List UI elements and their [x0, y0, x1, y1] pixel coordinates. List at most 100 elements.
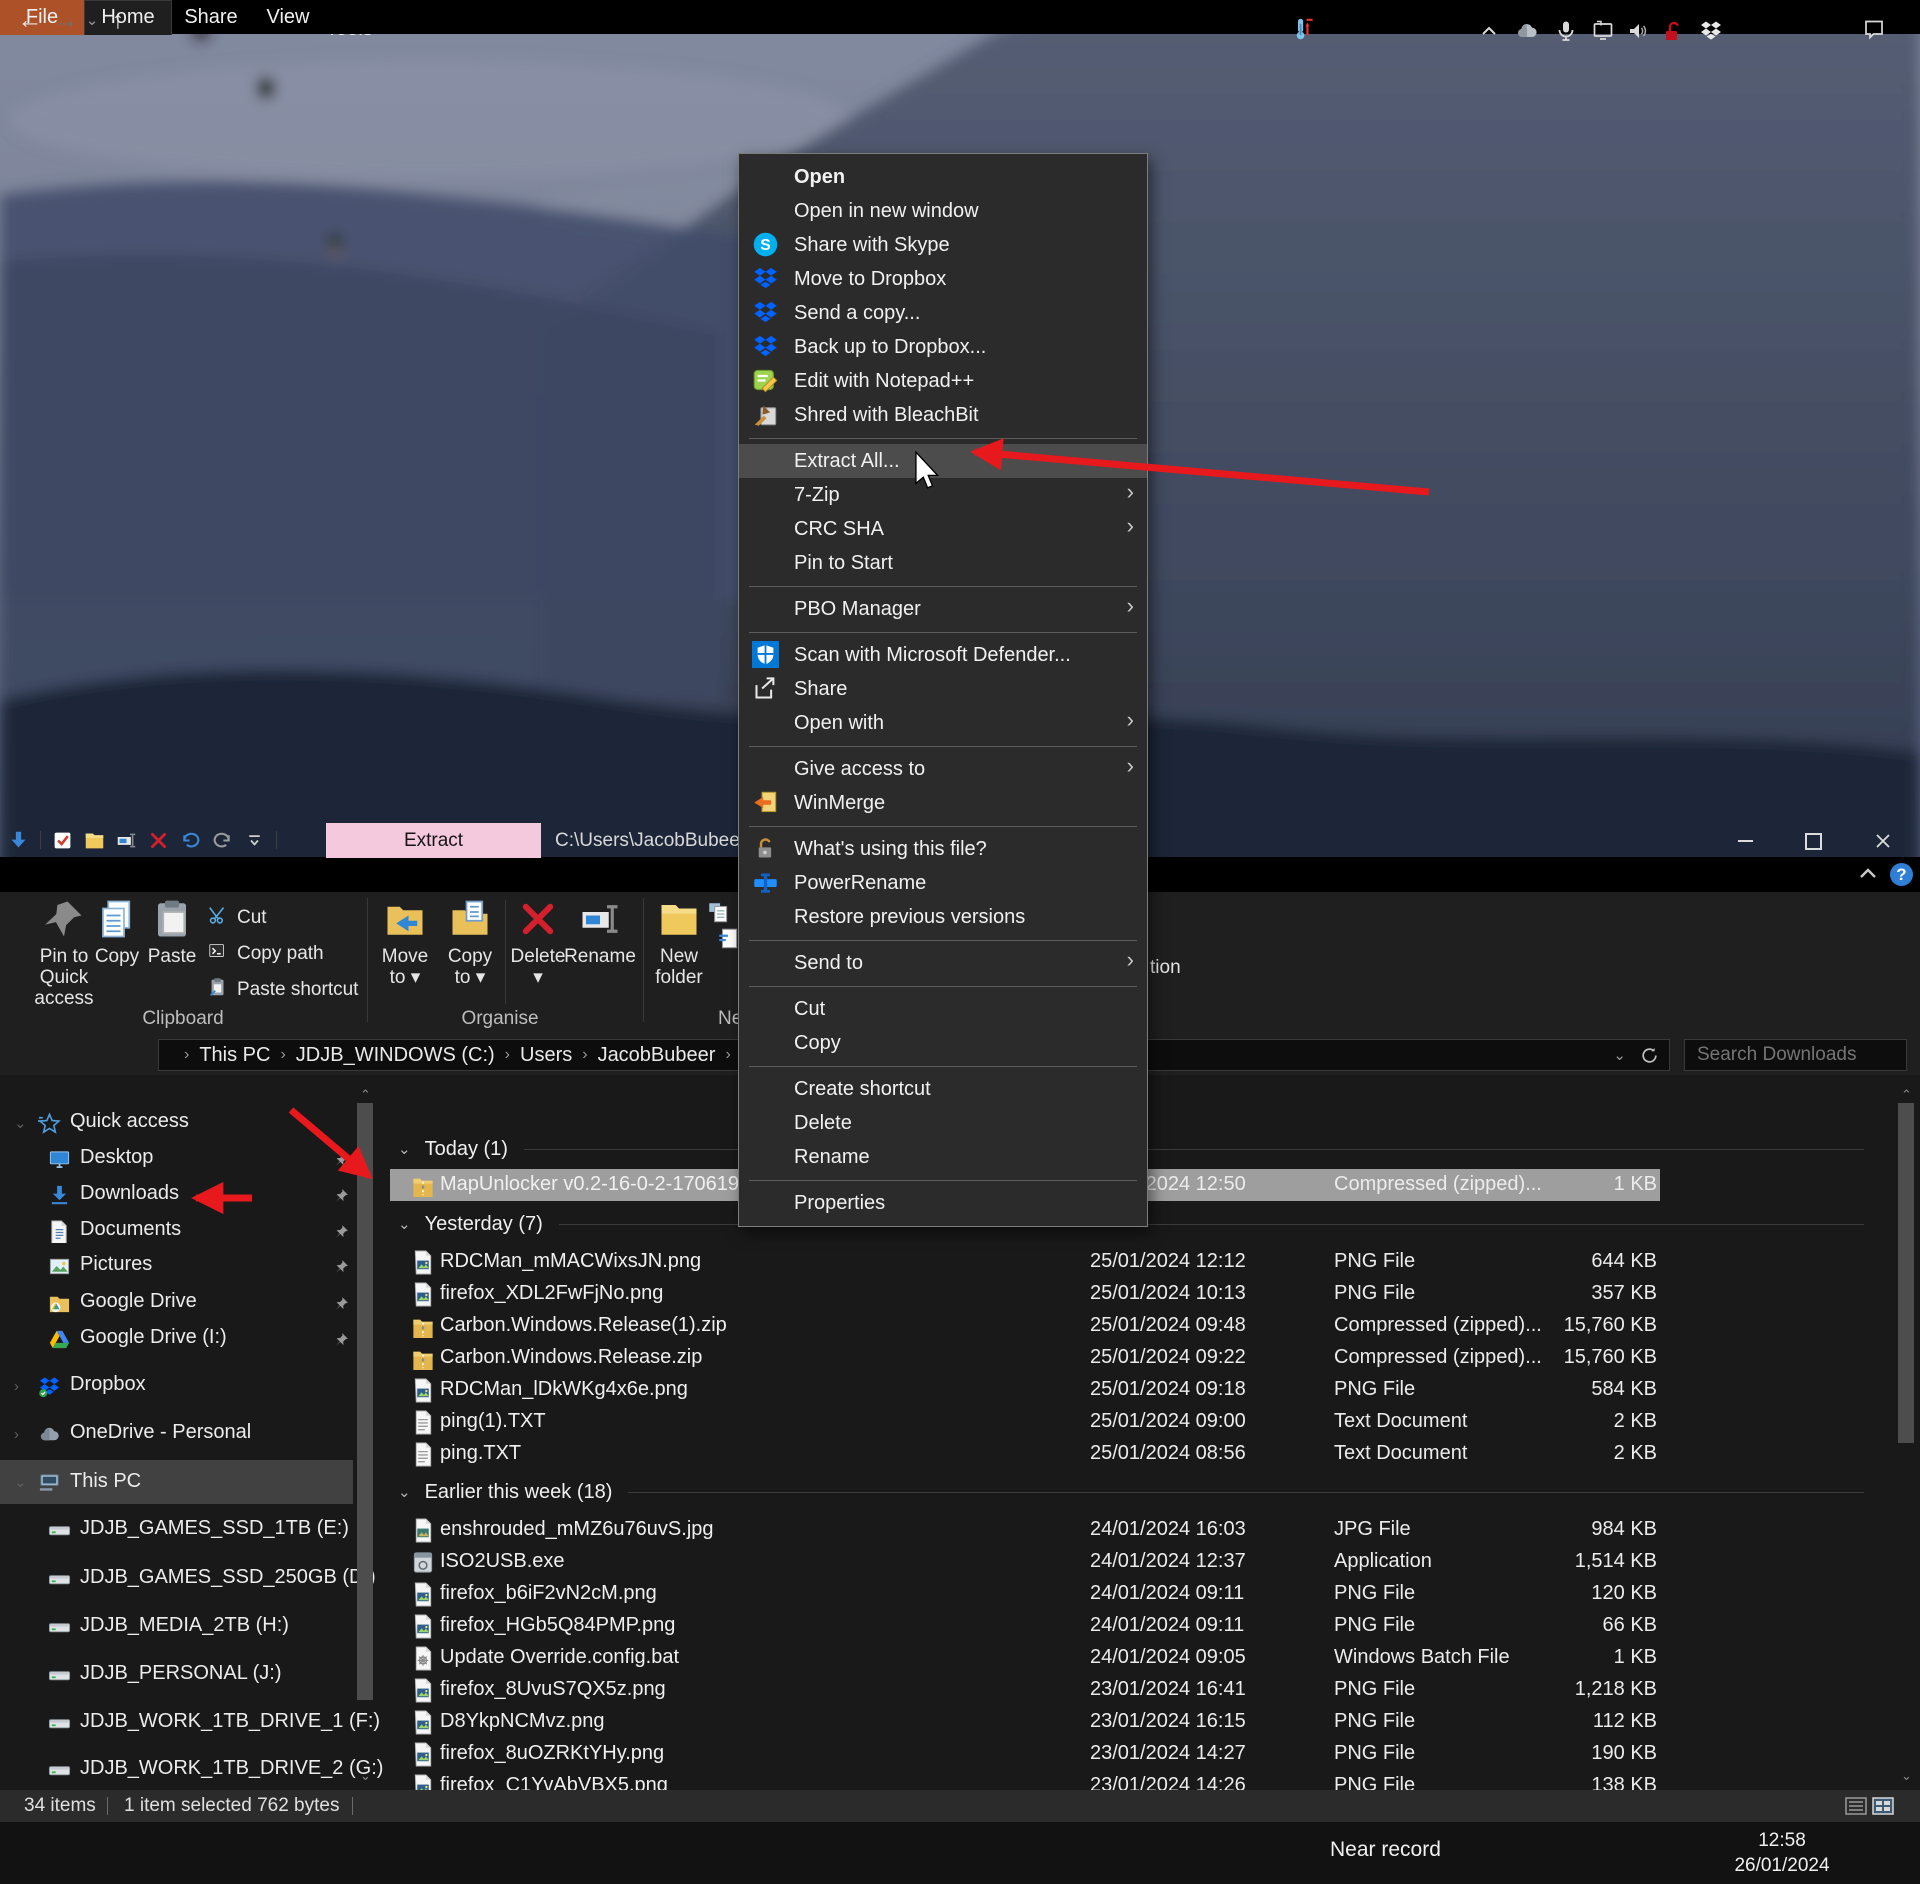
sidebar-item-jdjb-personal-j[interactable]: JDJB_PERSONAL (J:) — [0, 1658, 353, 1692]
file-row-firefox-b6if2vn2cm-png[interactable]: firefox_b6iF2vN2cM.png24/01/2024 09:11PN… — [390, 1578, 1660, 1610]
sidebar-item-desktop[interactable]: Desktop — [0, 1142, 353, 1176]
sidebar-item-jdjb-work-1tb-drive-1-f[interactable]: JDJB_WORK_1TB_DRIVE_1 (F:) — [0, 1706, 353, 1740]
sidebar-item-quick-access[interactable]: ⌄Quick access — [0, 1106, 353, 1140]
breadcrumb-this-pc[interactable]: This PC — [199, 1044, 270, 1067]
breadcrumb-jdjb-windows-c[interactable]: JDJB_WINDOWS (C:) — [296, 1044, 495, 1067]
details-view-button[interactable] — [1845, 1797, 1867, 1815]
ribbon-collapse-button[interactable] — [1856, 862, 1880, 891]
file-row-iso2usb-exe[interactable]: ISO2USB.exe24/01/2024 12:37Application1,… — [390, 1546, 1660, 1578]
file-row-enshrouded-mmz6u76uvs-jpg[interactable]: enshrouded_mMZ6u76uvS.jpg24/01/2024 16:0… — [390, 1514, 1660, 1546]
microphone-icon[interactable] — [1549, 0, 1583, 62]
file-row-update-override-config-bat[interactable]: Update Override.config.bat24/01/2024 09:… — [390, 1642, 1660, 1674]
menu-item-edit-with-notepad[interactable]: Edit with Notepad++ — [739, 364, 1147, 398]
menu-item-send-to[interactable]: Send to› — [739, 946, 1147, 980]
close-button[interactable] — [1860, 826, 1906, 856]
sidebar-item-jdjb-games-ssd-1tb-e[interactable]: JDJB_GAMES_SSD_1TB (E:) — [0, 1513, 353, 1547]
file-group-earlier-this-week-18[interactable]: ⌄Earlier this week (18) — [390, 1477, 1882, 1507]
menu-item-share-with-skype[interactable]: SShare with Skype — [739, 228, 1147, 262]
menu-item-give-access-to[interactable]: Give access to› — [739, 752, 1147, 786]
file-row-ping-1-txt[interactable]: ping(1).TXT25/01/2024 09:00Text Document… — [390, 1406, 1660, 1438]
sidebar-scrollbar-thumb[interactable] — [357, 1103, 373, 1700]
action-center-button[interactable] — [1852, 0, 1896, 62]
menu-item-back-up-to-dropbox[interactable]: Back up to Dropbox... — [739, 330, 1147, 364]
sidebar-item-jdjb-games-ssd-250gb-d[interactable]: JDJB_GAMES_SSD_250GB (D:) — [0, 1562, 353, 1596]
display-icon[interactable] — [1586, 0, 1620, 62]
breadcrumb-chevron-icon[interactable]: › — [582, 1046, 587, 1064]
file-row-rdcman-ldkwkg4x6e-png[interactable]: RDCMan_lDkWKg4x6e.png25/01/2024 09:18PNG… — [390, 1374, 1660, 1406]
sidebar-scroll-down-icon[interactable]: ⌄ — [360, 1768, 371, 1784]
onedrive-cloud-icon[interactable] — [1510, 0, 1544, 62]
sidebar-item-pictures[interactable]: Pictures — [0, 1249, 353, 1283]
tray-chevron-up-icon[interactable] — [1472, 0, 1506, 62]
search-box[interactable] — [1684, 1039, 1907, 1071]
expand-chevron-right-icon[interactable]: › — [14, 1426, 19, 1443]
expand-chevron-down-icon[interactable]: ⌄ — [14, 1114, 27, 1132]
cut-button[interactable]: Cut — [207, 904, 267, 932]
sidebar-item-jdjb-media-2tb-h[interactable]: JDJB_MEDIA_2TB (H:) — [0, 1610, 353, 1644]
expand-chevron-right-icon[interactable]: › — [14, 1378, 19, 1395]
redo-icon[interactable] — [212, 830, 233, 851]
refresh-icon[interactable] — [1640, 1046, 1659, 1065]
sidebar-item-google-drive[interactable]: Google Drive — [0, 1286, 353, 1320]
sidebar-item-documents[interactable]: Documents — [0, 1214, 353, 1248]
menu-item-delete[interactable]: Delete — [739, 1106, 1147, 1140]
window-download-icon[interactable] — [8, 830, 29, 851]
menu-item-open-with[interactable]: Open with› — [739, 706, 1147, 740]
taskbar-clock[interactable]: 12:58 26/01/2024 — [1726, 1828, 1838, 1878]
dropbox-tray-icon[interactable] — [1694, 0, 1728, 62]
tab-share[interactable]: Share — [172, 0, 250, 35]
qat-dropdown-icon[interactable] — [244, 830, 265, 851]
rename-box-icon[interactable] — [116, 830, 137, 851]
breadcrumb-chevron-icon[interactable]: › — [280, 1046, 285, 1064]
breadcrumb-jacobbubeer[interactable]: JacobBubeer — [598, 1044, 716, 1067]
file-row-rdcman-mmacwixsjn-png[interactable]: RDCMan_mMACWixsJN.png25/01/2024 12:12PNG… — [390, 1246, 1660, 1278]
menu-item-send-a-copy[interactable]: Send a copy... — [739, 296, 1147, 330]
paste-shortcut-button[interactable]: Paste shortcut — [207, 976, 358, 1004]
menu-item-scan-with-microsoft-defender[interactable]: Scan with Microsoft Defender... — [739, 638, 1147, 672]
file-row-firefox-xdl2fwfjno-png[interactable]: firefox_XDL2FwFjNo.png25/01/2024 10:13PN… — [390, 1278, 1660, 1310]
file-row-d8ykpncmvz-png[interactable]: D8YkpNCMvz.png23/01/2024 16:15PNG File11… — [390, 1706, 1660, 1738]
sidebar-item-jdjb-work-1tb-drive-2-g[interactable]: JDJB_WORK_1TB_DRIVE_2 (G:) — [0, 1753, 353, 1787]
sidebar-item-onedrive-personal[interactable]: ›OneDrive - Personal — [0, 1417, 353, 1451]
weather-widget[interactable] — [1284, 0, 1324, 62]
thumbnail-view-button[interactable] — [1872, 1797, 1894, 1815]
menu-item-share[interactable]: Share — [739, 672, 1147, 706]
menu-item-rename[interactable]: Rename — [739, 1140, 1147, 1174]
new-item-icon[interactable] — [706, 900, 732, 926]
delete-x-icon[interactable] — [148, 830, 169, 851]
menu-item-open-in-new-window[interactable]: Open in new window — [739, 194, 1147, 228]
menu-item-extract-all[interactable]: Extract All... — [739, 444, 1147, 478]
minimize-button[interactable] — [1722, 826, 1768, 856]
undo-icon[interactable] — [180, 830, 201, 851]
paste-button[interactable]: Paste — [124, 898, 220, 967]
file-row-firefox-hgb5q84pmp-png[interactable]: firefox_HGb5Q84PMP.png24/01/2024 09:11PN… — [390, 1610, 1660, 1642]
breadcrumb-chevron-icon[interactable]: › — [725, 1046, 730, 1064]
menu-item-open[interactable]: Open — [739, 160, 1147, 194]
breadcrumb-users[interactable]: Users — [520, 1044, 572, 1067]
sidebar-item-downloads[interactable]: Downloads — [0, 1178, 353, 1212]
menu-item-pin-to-start[interactable]: Pin to Start — [739, 546, 1147, 580]
menu-item-pbo-manager[interactable]: PBO Manager› — [739, 592, 1147, 626]
sidebar-item-dropbox[interactable]: ›Dropbox — [0, 1369, 353, 1403]
sidebar-item-google-drive-i[interactable]: Google Drive (I:) — [0, 1322, 353, 1356]
address-dropdown-icon[interactable]: ⌄ — [1613, 1046, 1626, 1064]
menu-item-move-to-dropbox[interactable]: Move to Dropbox — [739, 262, 1147, 296]
sidebar-item-this-pc[interactable]: ⌄This PC — [0, 1460, 353, 1504]
menu-item-shred-with-bleachbit[interactable]: Shred with BleachBit — [739, 398, 1147, 432]
search-input[interactable] — [1685, 1044, 1920, 1066]
sidebar-scroll-up-icon[interactable]: ⌃ — [360, 1087, 371, 1103]
file-row-carbon-windows-release-1-zip[interactable]: Carbon.Windows.Release(1).zip25/01/2024 … — [390, 1310, 1660, 1342]
copy-path-button[interactable]: Copy path — [207, 940, 324, 968]
menu-item-create-shortcut[interactable]: Create shortcut — [739, 1072, 1147, 1106]
maximize-button[interactable] — [1790, 826, 1836, 856]
filelist-scroll-down-icon[interactable]: ⌄ — [1901, 1768, 1912, 1784]
menu-item-winmerge[interactable]: WinMerge — [739, 786, 1147, 820]
red-unlock-icon[interactable] — [1656, 0, 1690, 62]
menu-item-cut[interactable]: Cut — [739, 992, 1147, 1026]
folder-icon[interactable] — [84, 830, 105, 851]
group-collapse-icon[interactable]: ⌄ — [398, 1140, 411, 1158]
group-collapse-icon[interactable]: ⌄ — [398, 1483, 411, 1501]
file-row-carbon-windows-release-zip[interactable]: Carbon.Windows.Release.zip25/01/2024 09:… — [390, 1342, 1660, 1374]
back-button[interactable]: ← — [12, 0, 48, 40]
menu-item-properties[interactable]: Properties — [739, 1186, 1147, 1220]
